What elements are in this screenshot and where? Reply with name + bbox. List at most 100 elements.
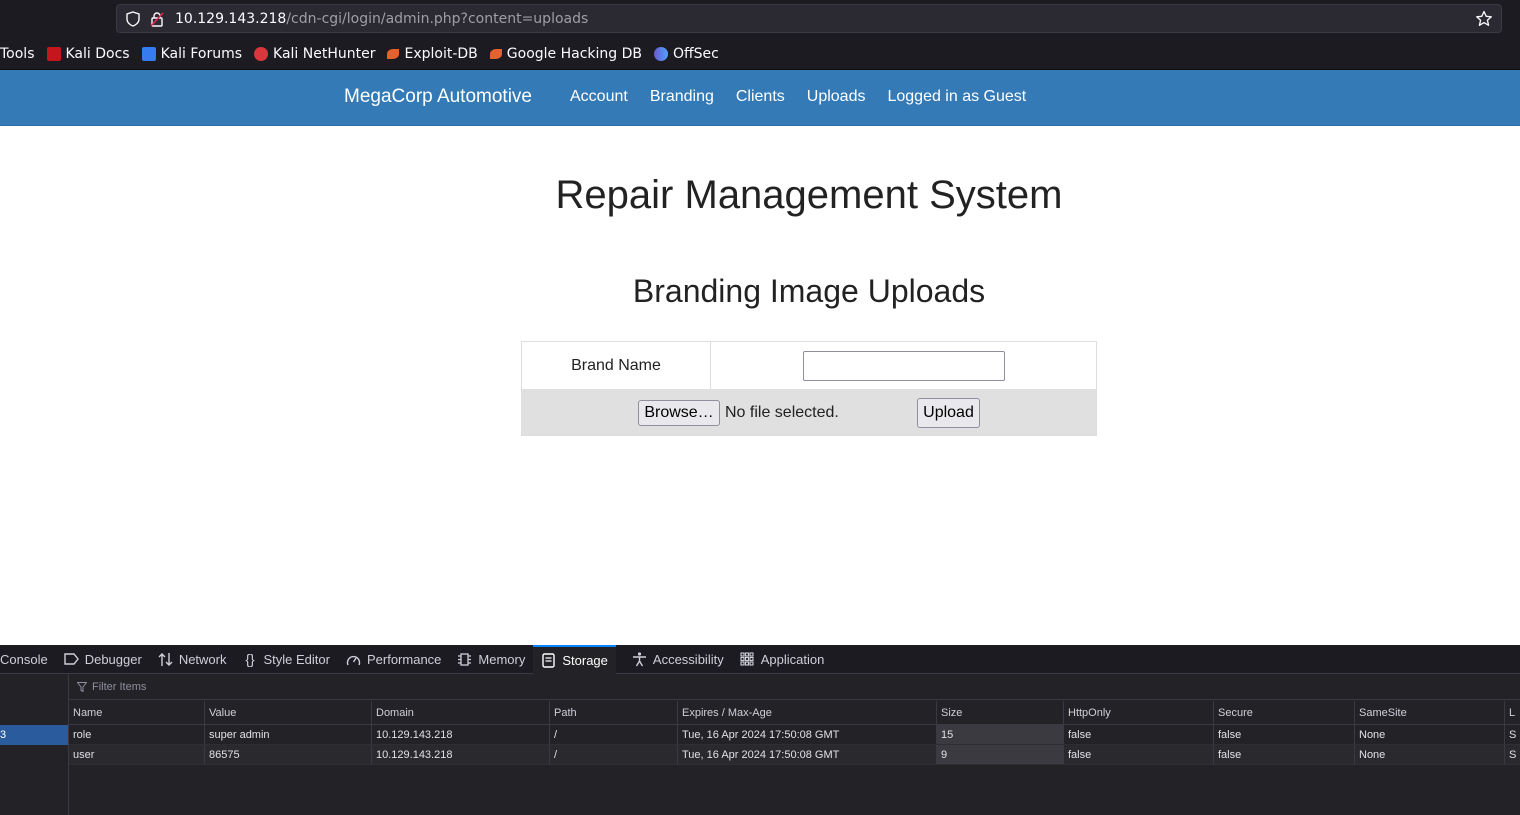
gauge-icon xyxy=(346,652,361,667)
tab-performance[interactable]: Performance xyxy=(346,645,441,674)
nav-logged-in-status[interactable]: Logged in as Guest xyxy=(887,88,1026,106)
tab-label: Console xyxy=(0,651,48,667)
cookies-table: Name Value Domain Path Expires / Max-Age… xyxy=(69,701,1520,765)
nav-uploads[interactable]: Uploads xyxy=(807,88,866,106)
column-header-last-accessed[interactable]: L xyxy=(1505,701,1520,724)
nav-clients[interactable]: Clients xyxy=(736,88,785,106)
cookie-size[interactable]: 15 xyxy=(937,725,1064,744)
bookmark-offsec[interactable]: OffSec xyxy=(654,46,719,62)
cookie-httponly[interactable]: false xyxy=(1064,725,1214,744)
column-header-path[interactable]: Path xyxy=(550,701,678,724)
shield-icon[interactable] xyxy=(125,10,141,27)
tab-label: Debugger xyxy=(84,651,142,667)
tab-label: Accessibility xyxy=(652,651,724,667)
bookmark-tools[interactable]: Tools xyxy=(0,46,35,62)
column-header-value[interactable]: Value xyxy=(205,701,372,724)
google-hacking-db-icon xyxy=(489,49,502,59)
storage-tree: 3 xyxy=(0,674,69,815)
tab-style-editor[interactable]: {} Style Editor xyxy=(243,645,330,674)
tab-label: Application xyxy=(760,651,825,667)
column-header-expires[interactable]: Expires / Max-Age xyxy=(678,701,937,724)
column-header-size[interactable]: Size xyxy=(937,701,1064,724)
cookie-domain[interactable]: 10.129.143.218 xyxy=(372,725,550,744)
bookmark-label: Kali NetHunter xyxy=(273,46,376,62)
bookmark-star-icon[interactable] xyxy=(1475,10,1493,28)
brand-name-cell xyxy=(711,342,1096,389)
cookie-value[interactable]: super admin xyxy=(205,725,372,744)
cookie-name[interactable]: user xyxy=(69,745,205,764)
url-path: /cdn-cgi/login/admin.php?content=uploads xyxy=(286,10,589,27)
tab-storage[interactable]: Storage xyxy=(533,644,616,674)
accessibility-icon xyxy=(632,651,647,667)
cookie-samesite[interactable]: None xyxy=(1355,745,1505,764)
kali-nethunter-icon xyxy=(254,47,269,61)
navbar-brand[interactable]: MegaCorp Automotive xyxy=(344,86,532,108)
brand-name-input[interactable] xyxy=(802,350,1005,381)
cookie-last-accessed[interactable]: S xyxy=(1505,725,1520,744)
bookmark-label: Google Hacking DB xyxy=(506,46,642,62)
cookie-last-accessed[interactable]: S xyxy=(1505,745,1520,764)
bookmark-label: Tools xyxy=(0,46,35,62)
storage-tree-selected-item[interactable]: 3 xyxy=(0,725,68,745)
kali-forums-icon xyxy=(141,47,156,61)
bookmarks-toolbar: Tools Kali Docs Kali Forums Kali NetHunt… xyxy=(0,42,731,66)
cookie-expires[interactable]: Tue, 16 Apr 2024 17:50:08 GMT xyxy=(678,725,937,744)
browse-button[interactable]: Browse… xyxy=(638,400,720,426)
bookmark-kali-nethunter[interactable]: Kali NetHunter xyxy=(254,46,375,62)
cookie-httponly[interactable]: false xyxy=(1064,745,1214,764)
browser-chrome: 10.129.143.218/cdn-cgi/login/admin.php?c… xyxy=(0,0,1520,70)
cookie-domain[interactable]: 10.129.143.218 xyxy=(372,745,550,764)
memory-chip-icon xyxy=(457,652,472,667)
cookie-secure[interactable]: false xyxy=(1214,725,1355,744)
storage-icon xyxy=(541,652,556,668)
table-row[interactable]: role super admin 10.129.143.218 / Tue, 1… xyxy=(69,725,1520,745)
braces-icon: {} xyxy=(245,651,255,667)
tab-application[interactable]: Application xyxy=(740,645,825,674)
nav-account[interactable]: Account xyxy=(570,88,628,106)
file-upload-row: Browse… No file selected. Upload xyxy=(522,389,1096,435)
url-bar[interactable]: 10.129.143.218/cdn-cgi/login/admin.php?c… xyxy=(116,4,1502,33)
cookie-secure[interactable]: false xyxy=(1214,745,1355,764)
filter-items-input[interactable]: Filter Items xyxy=(69,674,1520,700)
bookmark-exploit-db[interactable]: Exploit-DB xyxy=(387,46,478,62)
debugger-icon xyxy=(64,652,79,667)
column-header-secure[interactable]: Secure xyxy=(1214,701,1355,724)
tab-memory[interactable]: Memory xyxy=(457,645,525,674)
navbar-links: Account Branding Clients Uploads Logged … xyxy=(570,88,1048,106)
bookmark-label: Kali Forums xyxy=(160,46,243,62)
column-header-name[interactable]: Name xyxy=(69,701,205,724)
offsec-icon xyxy=(654,47,668,61)
no-file-status: No file selected. xyxy=(725,404,839,421)
upload-form: Brand Name Browse… No file selected. Upl… xyxy=(521,341,1097,436)
tab-accessibility[interactable]: Accessibility xyxy=(632,645,724,674)
cookie-value[interactable]: 86575 xyxy=(205,745,372,764)
cookie-expires[interactable]: Tue, 16 Apr 2024 17:50:08 GMT xyxy=(678,745,937,764)
network-arrows-icon xyxy=(158,652,173,667)
bookmark-label: Exploit-DB xyxy=(404,46,478,62)
page-title: Repair Management System xyxy=(555,173,1063,217)
cookie-samesite[interactable]: None xyxy=(1355,725,1505,744)
tab-console[interactable]: Console xyxy=(0,645,48,674)
cookie-path[interactable]: / xyxy=(550,725,678,744)
column-header-domain[interactable]: Domain xyxy=(372,701,550,724)
url-text[interactable]: 10.129.143.218/cdn-cgi/login/admin.php?c… xyxy=(175,11,588,27)
column-header-httponly[interactable]: HttpOnly xyxy=(1064,701,1214,724)
bookmark-kali-docs[interactable]: Kali Docs xyxy=(46,46,130,62)
column-header-samesite[interactable]: SameSite xyxy=(1355,701,1505,724)
tab-debugger[interactable]: Debugger xyxy=(64,645,142,674)
filter-funnel-icon xyxy=(76,681,88,692)
tab-network[interactable]: Network xyxy=(158,645,227,674)
cookie-size[interactable]: 9 xyxy=(937,745,1064,764)
devtools-panel: Console Debugger Network {} Style Editor … xyxy=(0,644,1520,815)
cookie-name[interactable]: role xyxy=(69,725,205,744)
upload-button[interactable]: Upload xyxy=(917,398,980,428)
tab-label: Storage xyxy=(562,652,608,668)
cookie-path[interactable]: / xyxy=(550,745,678,764)
bookmark-google-hacking-db[interactable]: Google Hacking DB xyxy=(489,46,642,62)
nav-branding[interactable]: Branding xyxy=(650,88,714,106)
tab-label: Style Editor xyxy=(263,651,330,667)
site-navbar: MegaCorp Automotive Account Branding Cli… xyxy=(0,70,1520,126)
lock-warning-icon[interactable] xyxy=(149,11,165,27)
bookmark-kali-forums[interactable]: Kali Forums xyxy=(141,46,243,62)
table-row[interactable]: user 86575 10.129.143.218 / Tue, 16 Apr … xyxy=(69,745,1520,765)
